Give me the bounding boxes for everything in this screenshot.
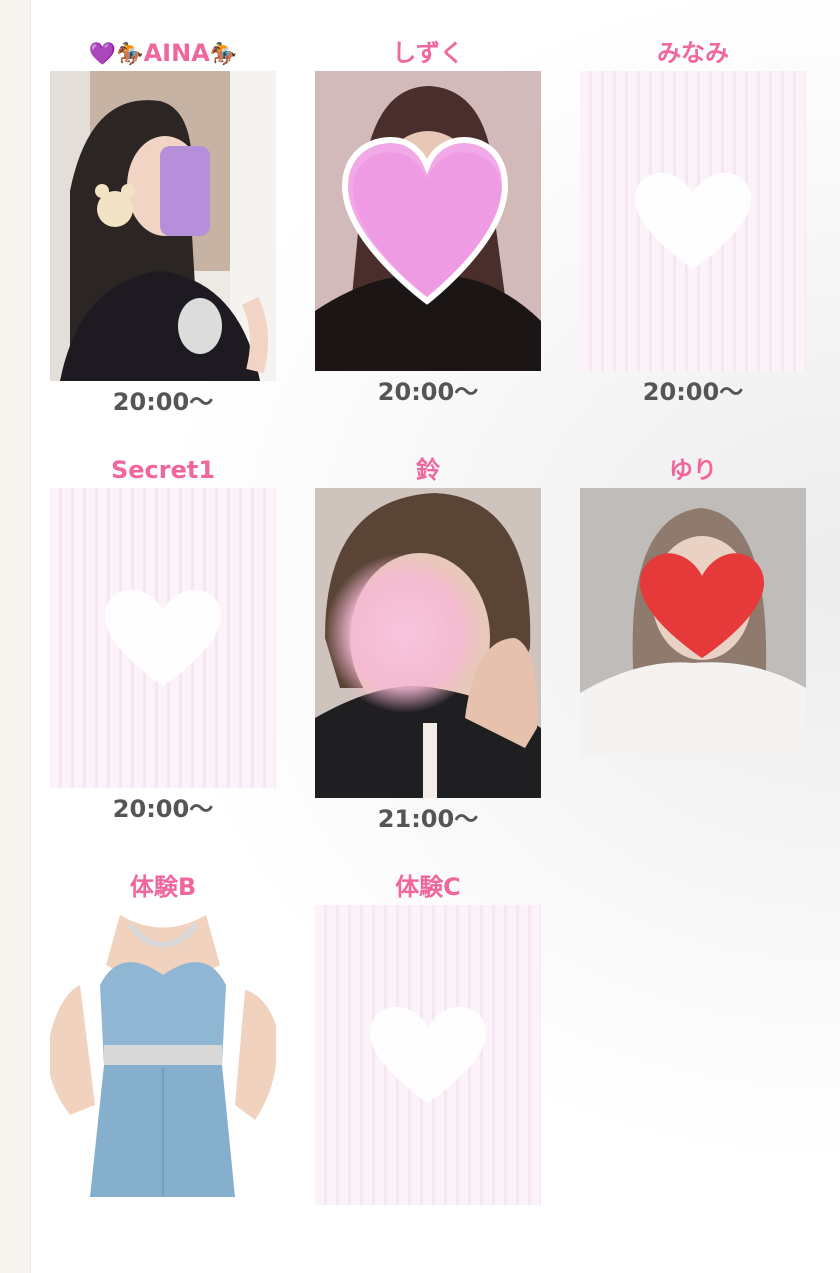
cast-card[interactable]: 💜🏇AINA🏇 20:00〜 [50, 37, 276, 417]
cast-card[interactable]: みなみ 20:00〜 [580, 37, 806, 407]
cast-photo[interactable] [580, 488, 806, 758]
name-emoji-left: 💜🏇 [88, 42, 144, 67]
cast-name[interactable]: 鈴 [315, 454, 541, 488]
face-covered-photo-icon [315, 71, 541, 371]
heart-icon [370, 1006, 486, 1103]
cast-photo[interactable] [315, 71, 541, 371]
cast-name[interactable]: 体験B [50, 871, 276, 905]
heart-icon [105, 589, 221, 686]
cast-card[interactable]: ゆり [580, 454, 806, 758]
cast-photo[interactable] [50, 71, 276, 381]
cast-start-time: 20:00〜 [112, 388, 214, 416]
cast-name[interactable]: ゆり [580, 454, 806, 488]
no-image-placeholder[interactable] [580, 71, 806, 371]
cast-photo[interactable] [315, 488, 541, 798]
no-image-placeholder[interactable] [315, 905, 541, 1205]
cast-name[interactable]: 体験C [315, 871, 541, 905]
name-emoji-right: 🏇 [209, 42, 238, 67]
blue-dress-photo-icon [50, 905, 276, 1197]
cast-card[interactable]: 体験C [315, 871, 541, 1205]
cast-name[interactable]: Secret1 [50, 454, 276, 488]
cast-photo[interactable] [50, 905, 276, 1197]
face-covered-photo-icon [580, 488, 806, 758]
cast-name[interactable]: 💜🏇AINA🏇 [50, 37, 276, 71]
face-blurred-photo-icon [315, 488, 541, 798]
cast-start-time: 20:00〜 [642, 378, 744, 406]
cast-card[interactable]: しずく 20:00〜 [315, 37, 541, 407]
cast-name-text: AINA [143, 39, 210, 67]
cast-card[interactable]: 体験B [50, 871, 276, 1197]
no-image-placeholder[interactable] [50, 488, 276, 788]
cast-start-time: 20:00〜 [112, 795, 214, 823]
cast-start-time: 20:00〜 [377, 378, 479, 406]
left-edge-rail [0, 0, 31, 1273]
cast-card[interactable]: Secret1 20:00〜 [50, 454, 276, 824]
selfie-photo-icon [50, 71, 276, 381]
cast-name[interactable]: みなみ [580, 37, 806, 71]
heart-icon [635, 172, 751, 269]
cast-card[interactable]: 鈴 21:00〜 [315, 454, 541, 834]
cast-start-time: 21:00〜 [377, 805, 479, 833]
cast-name[interactable]: しずく [315, 37, 541, 71]
